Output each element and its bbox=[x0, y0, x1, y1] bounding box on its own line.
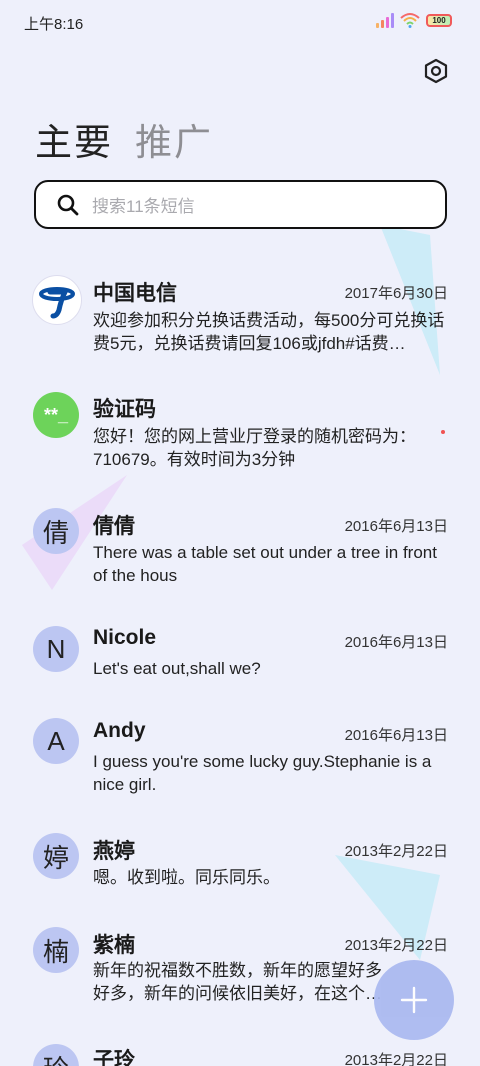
message-preview: 您好！您的网上营业厅登录的随机密码为：710679。有效时间为3分钟 bbox=[93, 427, 416, 469]
settings-button[interactable] bbox=[421, 56, 451, 86]
status-time: 上午8:16 bbox=[24, 16, 84, 33]
sender-name: 紫楠 bbox=[93, 934, 135, 957]
message-date: 2016年6月13日 bbox=[344, 634, 448, 651]
contact-avatar: N bbox=[33, 626, 79, 672]
tab-promotions[interactable]: 推广 bbox=[135, 112, 213, 166]
contact-avatar: 玲 bbox=[33, 1044, 79, 1066]
unread-dot bbox=[441, 430, 445, 434]
status-bar: 上午8:16 100 bbox=[0, 0, 480, 46]
message-preview: There was a table set out under a tree i… bbox=[93, 543, 437, 585]
message-date: 2013年2月22日 bbox=[344, 937, 448, 954]
battery-icon: 100 bbox=[426, 13, 452, 27]
china-telecom-logo-icon bbox=[32, 275, 82, 325]
contact-avatar: 楠 bbox=[33, 927, 79, 973]
search-placeholder: 搜索11条短信 bbox=[92, 197, 195, 216]
signal-icon bbox=[376, 12, 394, 28]
tab-main[interactable]: 主要 bbox=[35, 112, 113, 166]
message-date: 2016年6月13日 bbox=[344, 518, 448, 535]
message-item-china-telecom[interactable]: 中国电信 2017年6月30日 欢迎参加积分兑换话费活动，每500分可兑换话费5… bbox=[0, 272, 480, 372]
message-date: 2016年6月13日 bbox=[344, 727, 448, 744]
contact-avatar: 婷 bbox=[33, 833, 79, 879]
message-date: 2017年6月30日 bbox=[344, 285, 448, 302]
contact-avatar: A bbox=[33, 718, 79, 764]
plus-icon bbox=[400, 986, 428, 1014]
message-item-qianqian[interactable]: 倩 倩倩 2016年6月13日 There was a table set ou… bbox=[0, 506, 480, 596]
sender-name: 中国电信 bbox=[93, 282, 177, 305]
settings-hexagon-icon bbox=[424, 58, 448, 84]
sender-name: Nicole bbox=[93, 626, 157, 649]
wifi-icon bbox=[400, 13, 420, 28]
message-item-nicole[interactable]: N Nicole 2016年6月13日 Let's eat out,shall … bbox=[0, 622, 480, 692]
message-item-yanting[interactable]: 婷 燕婷 2013年2月22日 嗯。收到啦。同乐同乐。 bbox=[0, 831, 480, 901]
contact-avatar: 倩 bbox=[33, 508, 79, 554]
message-item-andy[interactable]: A Andy 2016年6月13日 I guess you're some lu… bbox=[0, 715, 480, 805]
compose-button[interactable] bbox=[374, 960, 454, 1040]
status-icons: 100 bbox=[376, 12, 452, 28]
sender-name: 燕婷 bbox=[93, 840, 135, 863]
search-icon bbox=[57, 194, 79, 215]
message-preview: 嗯。收到啦。同乐同乐。 bbox=[93, 868, 280, 887]
category-tabs: 主要 推广 bbox=[35, 112, 213, 166]
sender-name: Andy bbox=[93, 719, 146, 742]
search-input[interactable]: 搜索11条短信 bbox=[34, 180, 447, 229]
sender-name: 倩倩 bbox=[93, 515, 135, 538]
message-preview: 新年的祝福数不胜数，新年的愿望好多好多，新年的问候依旧美好，在这个温馨的 bbox=[93, 961, 382, 1003]
verification-code-avatar: **_ bbox=[33, 392, 79, 438]
message-date: 2013年2月22日 bbox=[344, 1052, 448, 1066]
message-preview: 欢迎参加积分兑换话费活动，每500分可兑换话费5元，兑换话费请回复106或jfd… bbox=[93, 311, 445, 353]
message-item-verification-code[interactable]: **_ 验证码 您好！您的网上营业厅登录的随机密码为：710679。有效时间为3… bbox=[0, 390, 480, 480]
message-item-ziling[interactable]: 玲 子玲 2013年2月22日 bbox=[0, 1040, 480, 1066]
message-preview: I guess you're some lucky guy.Stephanie … bbox=[93, 752, 432, 794]
message-date: 2013年2月22日 bbox=[344, 843, 448, 860]
message-preview: Let's eat out,shall we? bbox=[93, 659, 261, 678]
sender-name: 子玲 bbox=[93, 1049, 135, 1066]
sender-name: 验证码 bbox=[93, 398, 156, 421]
